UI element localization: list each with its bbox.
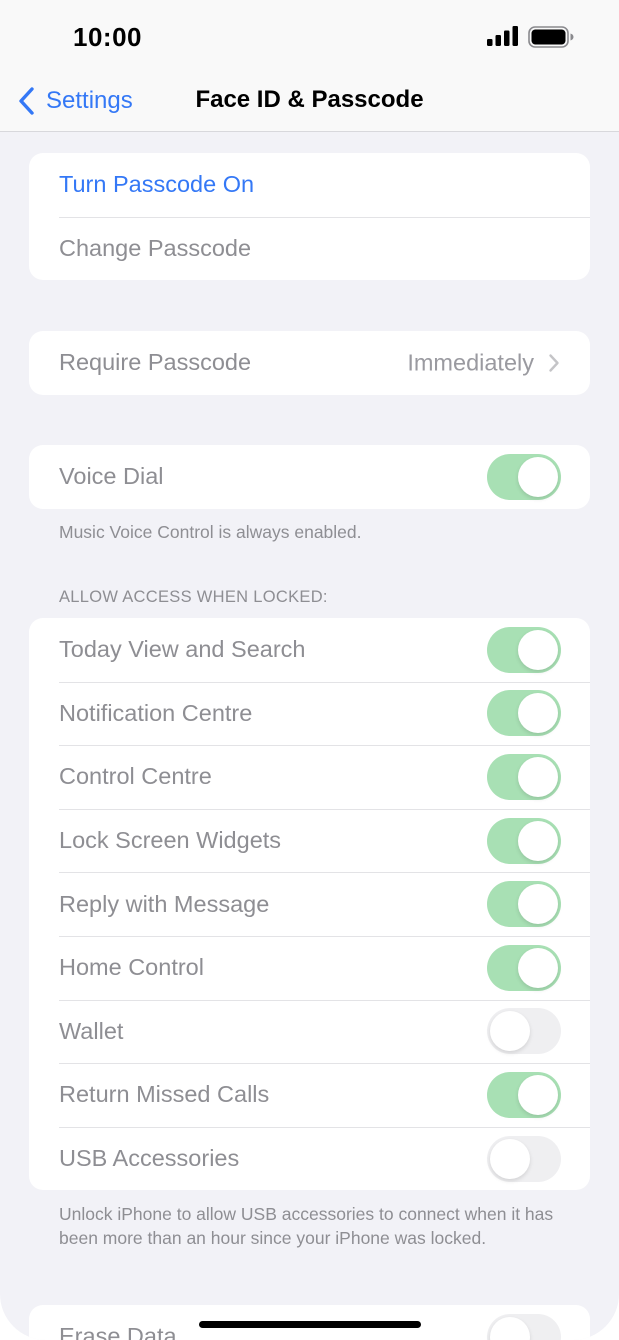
toggle-knob [518,756,558,797]
chevron-right-icon [549,354,559,372]
phone-screen: 10:00 Face ID & Passcode Settings Turn P… [0,0,619,1340]
access-row-label: Home Control [59,954,204,981]
turn-passcode-on-label: Turn Passcode On [59,171,255,198]
toggle-knob [518,884,558,925]
access-row-home-control: Home Control [29,935,590,1000]
require-passcode-value: Immediately [407,349,534,376]
home-control-toggle[interactable] [487,944,561,991]
require-passcode-label: Require Passcode [59,349,252,376]
notification-centre-toggle[interactable] [487,690,561,737]
allow-access-header: ALLOW ACCESS WHEN LOCKED: [59,588,328,606]
voice-dial-footnote: Music Voice Control is always enabled. [59,522,362,542]
usb-accessories-toggle[interactable] [487,1135,561,1182]
access-row-today-view-and-search: Today View and Search [29,618,590,682]
status-bar: 10:00 [0,0,619,70]
toggle-knob [518,947,558,988]
access-row-label: Lock Screen Widgets [59,827,282,854]
lock-screen-widgets-toggle[interactable] [487,817,561,864]
access-row-label: Return Missed Calls [59,1081,270,1108]
voice-dial-row: Voice Dial [29,445,590,509]
access-row-label: Today View and Search [59,636,306,663]
signal-bars-icon [487,26,518,46]
usb-accessories-footnote: Unlock iPhone to allow USB accessories t… [59,1204,554,1248]
battery-full-icon [528,26,574,48]
access-row-control-centre: Control Centre [29,745,590,809]
toggle-knob [490,1011,530,1052]
allow-access-group: Today View and Search Notification Centre… [29,618,590,1191]
access-row-usb-accessories: USB Accessories [29,1126,590,1191]
erase-data-toggle[interactable] [487,1313,561,1340]
voice-dial-group: Voice Dial [29,445,590,509]
access-row-lock-screen-widgets: Lock Screen Widgets [29,808,590,873]
access-row-label: Reply with Message [59,890,270,917]
status-time: 10:00 [73,22,142,52]
toggle-knob [518,820,558,861]
home-indicator[interactable] [199,1321,421,1328]
return-missed-calls-toggle[interactable] [487,1071,561,1118]
change-passcode-row[interactable]: Change Passcode [29,216,590,281]
require-passcode-group: Require Passcode Immediately [29,331,590,395]
reply-with-message-toggle[interactable] [487,881,561,928]
access-row-label: USB Accessories [59,1145,240,1172]
change-passcode-label: Change Passcode [59,234,252,261]
navigation-bar: Face ID & Passcode Settings [0,70,619,132]
access-row-label: Notification Centre [59,699,253,726]
passcode-group: Turn Passcode On Change Passcode [29,153,590,281]
control-centre-toggle[interactable] [487,753,561,800]
back-label: Settings [46,87,133,114]
access-row-reply-with-message: Reply with Message [29,872,590,936]
wallet-toggle[interactable] [487,1008,561,1055]
toggle-knob [490,1316,530,1340]
toggle-knob [518,1074,558,1115]
toggle-knob [490,1138,530,1179]
access-row-notification-centre: Notification Centre [29,681,590,746]
toggle-knob [518,693,558,734]
voice-dial-toggle[interactable] [487,453,561,500]
access-row-return-missed-calls: Return Missed Calls [29,1063,590,1127]
chevron-left-icon [19,87,34,115]
access-row-wallet: Wallet [29,999,590,1064]
today-view-and-search-toggle[interactable] [487,626,561,673]
back-button[interactable]: Settings [16,82,133,120]
turn-passcode-on-row[interactable]: Turn Passcode On [29,153,590,217]
toggle-knob [518,629,558,670]
access-row-label: Control Centre [59,763,212,790]
voice-dial-label: Voice Dial [59,463,164,490]
toggle-knob [518,456,558,497]
access-row-label: Wallet [59,1017,124,1044]
require-passcode-row[interactable]: Require Passcode Immediately [29,331,590,395]
erase-data-label: Erase Data [59,1323,177,1340]
